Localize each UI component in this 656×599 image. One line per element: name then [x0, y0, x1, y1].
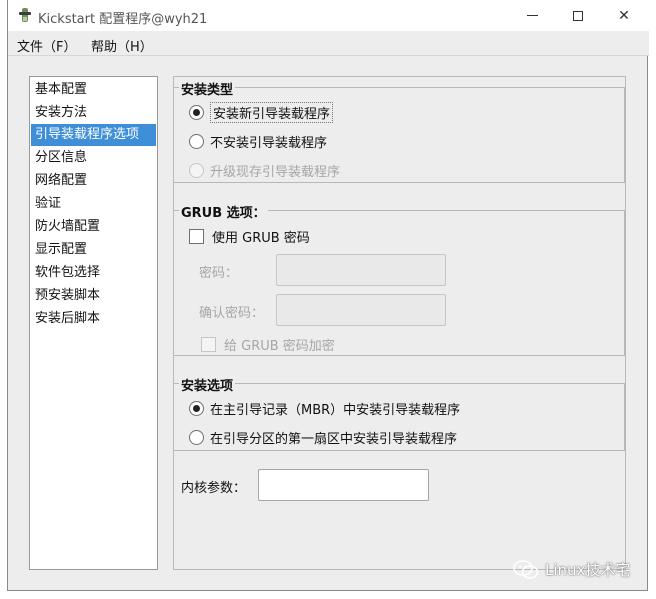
install-options-group: 安装选项 在主引导记录（MBR）中安装引导装载程序 在引导分区的第一扇区中安装引…: [174, 375, 625, 451]
nav-item-install-method[interactable]: 安装方法: [31, 102, 156, 124]
maximize-button[interactable]: [555, 0, 601, 31]
confirm-password-label: 确认密码：: [199, 306, 265, 321]
grub-options-group: GRUB 选项： 使用 GRUB 密码 密码： 确认密码： 给 GRUB 密码加…: [174, 202, 625, 356]
menu-help[interactable]: 帮助（H）: [91, 36, 153, 55]
window-title: Kickstart 配置程序@wyh21: [38, 12, 208, 27]
nav-item-pre-script[interactable]: 预安装脚本: [31, 285, 156, 307]
password-label: 密码：: [199, 266, 239, 281]
use-grub-password-label: 使用 GRUB 密码: [212, 230, 310, 246]
radio-upgrade-label: 升级现存引导装载程序: [210, 164, 341, 180]
nav-item-network[interactable]: 网络配置: [31, 170, 156, 192]
nav-item-post-script[interactable]: 安装后脚本: [31, 308, 156, 330]
close-icon: ✕: [618, 7, 630, 24]
kernel-params-label: 内核参数：: [181, 481, 247, 496]
grub-options-title: GRUB 选项：: [179, 202, 268, 221]
kernel-params-input[interactable]: [258, 469, 429, 501]
nav-item-firewall[interactable]: 防火墙配置: [31, 216, 156, 238]
radio-disabled-icon: [189, 162, 204, 178]
radio-checked-icon: [189, 104, 204, 120]
nav-item-basic[interactable]: 基本配置: [31, 79, 156, 101]
menu-bar: 文件（F） 帮助（H）: [8, 31, 649, 56]
wechat-icon: [513, 559, 539, 579]
nav-item-display[interactable]: 显示配置: [31, 239, 156, 261]
nav-item-auth[interactable]: 验证: [31, 193, 156, 215]
section-list: 基本配置 安装方法 引导装载程序选项 分区信息 网络配置 验证 防火墙配置 显示…: [29, 76, 158, 570]
radio-install-boot-partition[interactable]: 在引导分区的第一扇区中安装引导装载程序: [189, 426, 457, 448]
checkbox-icon: [189, 228, 204, 244]
radio-no-install[interactable]: 不安装引导装载程序: [189, 130, 327, 152]
radio-install-mbr[interactable]: 在主引导记录（MBR）中安装引导装载程序: [189, 397, 460, 419]
checkbox-use-grub-password[interactable]: 使用 GRUB 密码: [189, 225, 310, 247]
menu-file[interactable]: 文件（F）: [17, 36, 76, 55]
install-options-title: 安装选项: [179, 375, 236, 394]
watermark: Linux技术宅: [513, 559, 630, 580]
app-icon: [19, 8, 31, 22]
close-button[interactable]: ✕: [601, 0, 647, 31]
radio-unchecked-icon: [189, 429, 204, 445]
install-type-title: 安装类型: [179, 79, 236, 98]
radio-upgrade-existing: 升级现存引导装载程序: [189, 159, 340, 181]
radio-no-install-label: 不安装引导装载程序: [210, 135, 328, 151]
title-bar[interactable]: Kickstart 配置程序@wyh21 ✕: [8, 0, 649, 31]
checkbox-disabled-icon: [201, 336, 216, 352]
radio-unchecked-icon: [189, 133, 204, 149]
nav-item-packages[interactable]: 软件包选择: [31, 262, 156, 284]
grub-password-input: [276, 254, 446, 286]
minimize-icon: [526, 15, 538, 16]
radio-install-new[interactable]: 安装新引导装载程序: [189, 101, 334, 123]
nav-item-bootloader[interactable]: 引导装载程序选项: [31, 124, 156, 146]
minimize-button[interactable]: [509, 0, 555, 31]
radio-install-new-label: 安装新引导装载程序: [210, 101, 334, 123]
checkbox-encrypt-grub-password: 给 GRUB 密码加密: [201, 333, 335, 355]
radio-install-boot-partition-label: 在引导分区的第一扇区中安装引导装载程序: [210, 431, 458, 447]
install-type-group: 安装类型 安装新引导装载程序 不安装引导装载程序 升级现存引导装载程序: [174, 79, 625, 183]
encrypt-grub-password-label: 给 GRUB 密码加密: [224, 338, 335, 354]
grub-confirm-password-input: [276, 294, 446, 326]
radio-checked-icon: [189, 400, 204, 416]
bootloader-options-panel: 安装类型 安装新引导装载程序 不安装引导装载程序 升级现存引导装载程序 GRUB…: [173, 76, 626, 570]
maximize-icon: [573, 10, 583, 21]
watermark-text: Linux技术宅: [545, 561, 631, 579]
nav-item-partition[interactable]: 分区信息: [31, 147, 156, 169]
kickstart-window: Kickstart 配置程序@wyh21 ✕ 文件（F） 帮助（H） 基本配置 …: [7, 0, 649, 591]
radio-install-mbr-label: 在主引导记录（MBR）中安装引导装载程序: [210, 402, 461, 418]
